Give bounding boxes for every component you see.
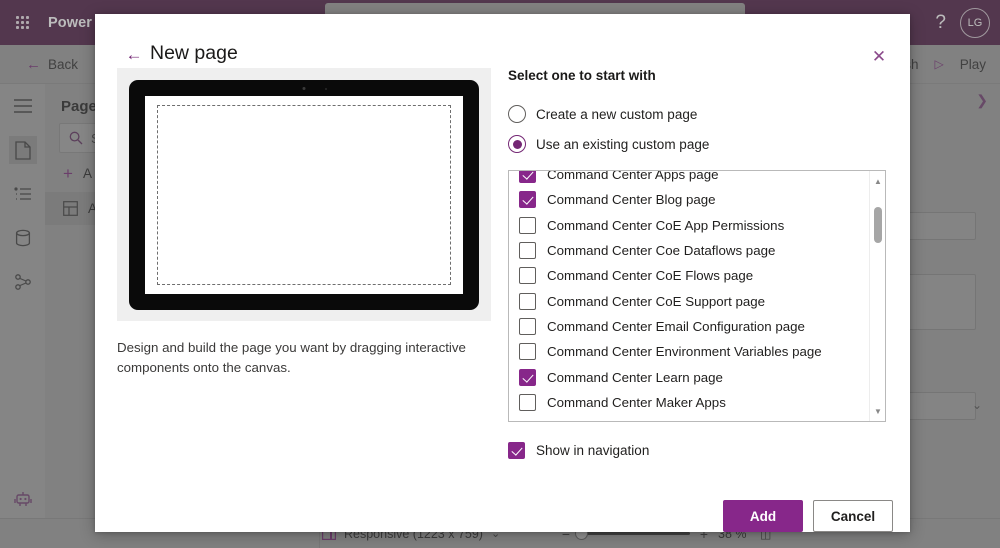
dialog-header: ← New page ✕ — [95, 14, 910, 76]
add-button[interactable]: Add — [723, 500, 803, 532]
list-item-checkbox[interactable] — [519, 343, 536, 361]
dialog-body: Design and build the page you want by dr… — [95, 68, 910, 532]
radio-label: Create a new custom page — [536, 106, 698, 122]
show-in-navigation-checkbox[interactable] — [508, 442, 525, 459]
dialog-back-button[interactable]: ← — [121, 42, 147, 68]
triangle-up-icon[interactable]: ▲ — [870, 173, 885, 189]
sensor-dot-icon — [325, 87, 327, 90]
list-item[interactable]: Command Center Environment Variables pag… — [509, 339, 869, 364]
radio-icon[interactable] — [508, 105, 526, 123]
canvas-outline — [157, 104, 451, 285]
scrollbar-thumb[interactable] — [874, 207, 882, 243]
dialog-actions: Add Cancel — [508, 500, 893, 532]
list-item-label: Command Center Environment Variables pag… — [547, 344, 822, 360]
preview-description: Design and build the page you want by dr… — [117, 340, 466, 375]
list-item-checkbox[interactable] — [519, 368, 536, 386]
list-item[interactable]: Command Center Coe Dataflows page — [509, 238, 869, 263]
dialog-title: New page — [150, 42, 238, 64]
list-item[interactable]: Command Center CoE App Permissions — [509, 213, 869, 238]
list-item-checkbox[interactable] — [519, 393, 536, 411]
radio-create-new-custom-page[interactable]: Create a new custom page — [508, 99, 893, 129]
list-item-label: Command Center Coe Dataflows page — [547, 243, 776, 259]
list-item-checkbox[interactable] — [519, 242, 536, 260]
triangle-down-icon[interactable]: ▼ — [870, 403, 885, 419]
list-item[interactable]: Command Center CoE Support page — [509, 288, 869, 313]
list-item[interactable]: Command Center Maker Apps — [509, 390, 869, 415]
listbox-scrollbar[interactable]: ▲ ▼ — [869, 171, 885, 421]
list-item-label: Command Center Blog page — [547, 192, 716, 208]
custom-page-listbox[interactable]: Command Center Apps page Command Center B… — [508, 170, 886, 422]
screen-root: Power ? LG ← Back ish ▷ Play — [0, 0, 1000, 548]
new-page-dialog: ← New page ✕ Design and build the page y… — [95, 14, 910, 532]
list-item-label: Command Center Maker Apps — [547, 394, 726, 410]
options-column: Select one to start with Create a new cu… — [508, 68, 893, 459]
list-item-checkbox[interactable] — [519, 267, 536, 285]
list-item-label: Command Center Email Configuration page — [547, 318, 805, 334]
list-item-label: Command Center CoE App Permissions — [547, 217, 785, 233]
preview-column: Design and build the page you want by dr… — [117, 68, 505, 377]
list-item-checkbox[interactable] — [519, 216, 536, 234]
show-in-navigation-label: Show in navigation — [536, 443, 650, 458]
list-item-label: Command Center Apps page — [547, 170, 719, 183]
tablet-device-preview — [117, 68, 491, 321]
list-item-label: Command Center CoE Support page — [547, 293, 766, 309]
list-item-checkbox[interactable] — [519, 317, 536, 335]
select-heading: Select one to start with — [508, 68, 656, 83]
list-item-checkbox[interactable] — [519, 292, 536, 310]
list-item-label: Command Center CoE Flows page — [547, 268, 754, 284]
radio-use-existing-custom-page[interactable]: Use an existing custom page — [508, 129, 893, 159]
list-item[interactable]: Command Center CoE Flows page — [509, 263, 869, 288]
custom-page-list: Command Center Apps page Command Center B… — [509, 170, 869, 415]
cancel-button[interactable]: Cancel — [813, 500, 893, 532]
list-item[interactable]: Command Center Learn page — [509, 364, 869, 389]
list-item[interactable]: Command Center Apps page — [509, 170, 869, 187]
list-item-checkbox[interactable] — [519, 171, 536, 184]
show-in-navigation-row[interactable]: Show in navigation — [508, 442, 893, 459]
list-item[interactable]: Command Center Blog page — [509, 187, 869, 212]
camera-dot-icon — [302, 86, 306, 90]
list-item-checkbox[interactable] — [519, 191, 536, 209]
list-item[interactable]: Command Center Email Configuration page — [509, 314, 869, 339]
list-item-label: Command Center Learn page — [547, 369, 723, 385]
radio-icon-selected[interactable] — [508, 135, 526, 153]
radio-label: Use an existing custom page — [536, 136, 710, 152]
